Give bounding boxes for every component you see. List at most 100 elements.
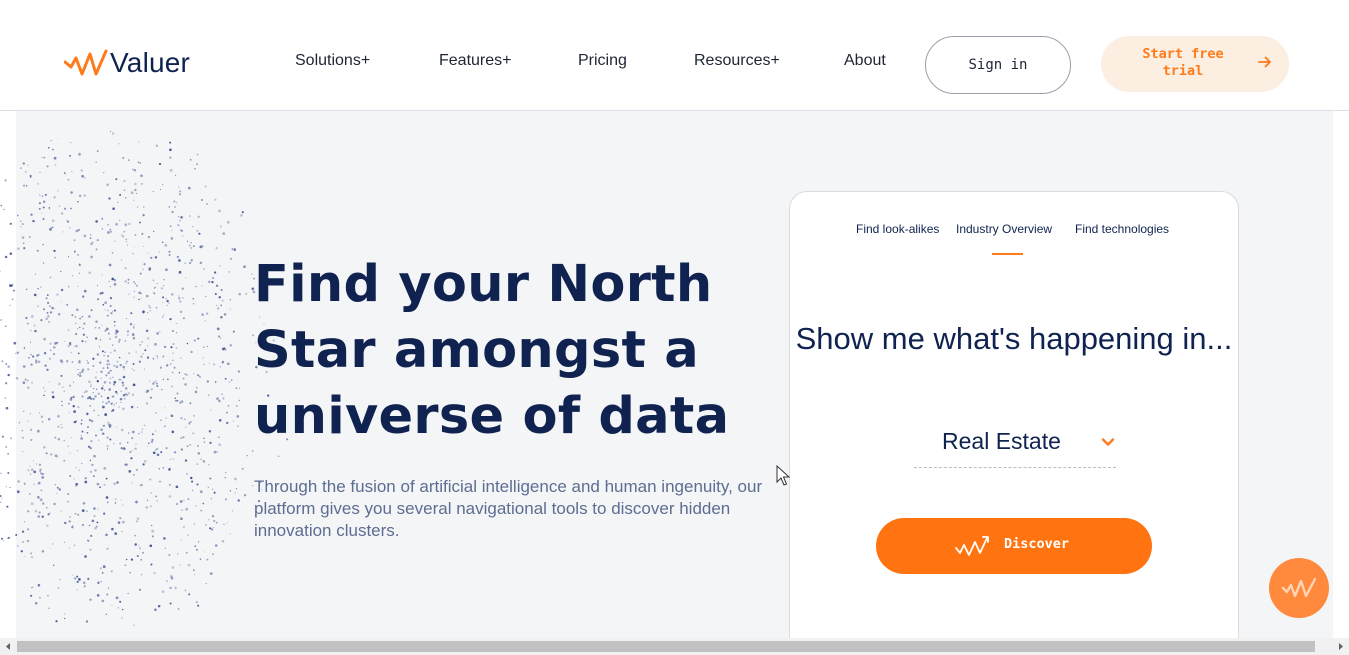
particle-dot — [185, 277, 187, 279]
particle-dot — [73, 239, 76, 242]
particle-dot — [224, 377, 227, 380]
particle-dot — [185, 507, 189, 511]
industry-overview-card: Find look-alikes Industry Overview Find … — [789, 191, 1239, 655]
particle-dot — [67, 178, 70, 181]
chat-launcher-button[interactable] — [1269, 558, 1329, 618]
particle-dot — [66, 220, 70, 223]
particle-dot — [199, 490, 203, 494]
particle-dot — [1, 435, 5, 438]
particle-dot — [191, 489, 194, 492]
nav-solutions[interactable]: Solutions+ — [295, 52, 370, 70]
particle-dot — [214, 198, 217, 201]
particle-dot — [93, 409, 96, 412]
particle-dot — [133, 369, 135, 372]
particle-dot — [76, 589, 78, 591]
particle-dot — [176, 503, 178, 505]
particle-dot — [31, 556, 33, 559]
start-free-trial-button[interactable]: Start free trial — [1101, 36, 1289, 92]
particle-dot — [229, 344, 233, 347]
particle-dot — [106, 448, 109, 450]
particle-dot — [88, 271, 91, 274]
particle-dot — [4, 179, 7, 182]
particle-dot — [96, 353, 100, 356]
scroll-right-arrow-icon[interactable] — [1336, 641, 1346, 652]
particle-dot — [108, 363, 111, 365]
nav-features[interactable]: Features+ — [439, 52, 511, 70]
particle-dot — [221, 361, 224, 364]
particle-dot — [138, 546, 141, 549]
particle-dot — [145, 506, 149, 509]
particle-dot — [152, 357, 154, 359]
particle-dot — [100, 395, 103, 398]
particle-dot — [136, 406, 139, 409]
particle-dot — [118, 341, 120, 343]
particle-dot — [188, 422, 191, 424]
particle-dot — [222, 397, 225, 400]
particle-dot — [193, 569, 195, 571]
particle-dot — [123, 230, 126, 233]
particle-dot — [175, 347, 178, 349]
particle-dot — [203, 551, 205, 553]
particle-dot — [187, 498, 190, 501]
particle-dot — [124, 463, 127, 466]
particle-dot — [4, 325, 7, 328]
particle-dot — [113, 349, 116, 352]
particle-dot — [218, 399, 221, 403]
particle-dot — [155, 495, 158, 498]
particle-dot — [24, 555, 26, 557]
tab-find-technologies[interactable]: Find technologies — [1075, 222, 1169, 236]
particle-dot — [30, 428, 33, 431]
particle-dot — [132, 362, 135, 366]
nav-about[interactable]: About — [844, 52, 886, 70]
particle-dot — [179, 300, 182, 303]
particle-dot — [33, 324, 36, 327]
particle-dot — [43, 394, 45, 397]
particle-dot — [95, 337, 98, 340]
particle-dot — [70, 191, 73, 194]
sign-in-button[interactable]: Sign in — [925, 36, 1071, 94]
particle-dot — [74, 512, 77, 515]
particle-dot — [126, 317, 128, 320]
particle-dot — [1, 537, 3, 540]
particle-dot — [26, 322, 29, 325]
nav-resources[interactable]: Resources+ — [694, 52, 780, 70]
scroll-left-arrow-icon[interactable] — [3, 641, 13, 652]
particle-dot — [46, 524, 49, 527]
particle-dot — [56, 341, 59, 344]
particle-dot — [34, 510, 38, 513]
particle-dot — [106, 444, 109, 448]
particle-dot — [9, 437, 13, 440]
particle-dot — [73, 544, 76, 547]
particle-dot — [77, 328, 79, 330]
particle-dot — [171, 430, 175, 434]
particle-dot — [169, 225, 172, 228]
particle-dot — [95, 434, 97, 437]
discover-button[interactable]: Discover — [876, 518, 1152, 574]
particle-dot — [187, 534, 189, 536]
scrollbar-thumb[interactable] — [17, 641, 1315, 652]
particle-dot — [118, 406, 120, 408]
particle-dot — [48, 321, 51, 323]
particle-dot — [135, 443, 137, 445]
nav-pricing[interactable]: Pricing — [578, 52, 627, 70]
particle-dot — [186, 342, 189, 345]
horizontal-scrollbar[interactable] — [0, 638, 1349, 655]
particle-dot — [160, 451, 163, 454]
valuer-logo[interactable]: Valuer — [64, 46, 190, 80]
tab-industry-overview[interactable]: Industry Overview — [956, 222, 1052, 236]
particle-dot — [104, 309, 106, 311]
particle-dot — [101, 217, 104, 220]
particle-dot — [107, 223, 109, 226]
particle-dot — [147, 442, 150, 445]
particle-dot — [238, 387, 240, 389]
particle-dot — [168, 468, 171, 471]
tab-find-look-alikes[interactable]: Find look-alikes — [856, 222, 939, 236]
particle-dot — [220, 304, 223, 307]
particle-dot — [171, 385, 173, 388]
particle-dot — [142, 310, 145, 314]
particle-dot — [122, 384, 125, 387]
particle-dot — [176, 255, 180, 259]
industry-select[interactable]: Real Estate — [914, 424, 1116, 468]
particle-dot — [155, 430, 157, 432]
particle-dot — [165, 297, 167, 300]
